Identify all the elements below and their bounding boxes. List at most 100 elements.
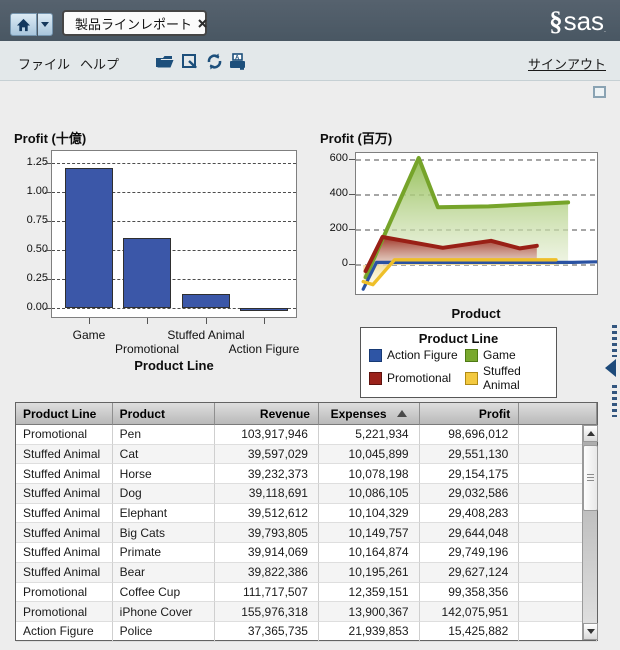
table-cell: 29,627,124: [420, 563, 520, 583]
home-dropdown-button[interactable]: [38, 13, 53, 36]
column-header-filler: [519, 403, 597, 425]
legend-entry[interactable]: Game: [465, 348, 548, 362]
area-ytick-mark: [349, 159, 355, 160]
table-cell: 29,551,130: [420, 445, 520, 465]
sign-out-link[interactable]: サインアウト: [528, 54, 606, 73]
legend-swatch-icon: [369, 372, 382, 385]
scroll-up-button[interactable]: [583, 425, 598, 442]
legend-entry[interactable]: Action Figure: [369, 348, 465, 362]
table-cell: 98,696,012: [420, 425, 520, 445]
scroll-down-button[interactable]: [583, 623, 598, 640]
table-cell: Stuffed Animal: [16, 563, 113, 583]
app-window: 製品ラインレポート § sas . ファイル ヘルプ: [0, 0, 620, 650]
menu-file[interactable]: ファイル: [18, 54, 70, 73]
table-row[interactable]: PromotionalCoffee Cup111,717,50712,359,1…: [16, 583, 597, 603]
bar-ytick-mark: [45, 308, 51, 309]
edit-icon[interactable]: [181, 52, 200, 71]
splitter-handle[interactable]: [612, 325, 617, 357]
area-ytick-label: 0: [318, 257, 348, 269]
area-ytick-label: 200: [318, 222, 348, 234]
bar[interactable]: [182, 294, 230, 308]
legend-swatch-icon: [465, 372, 478, 385]
table-row[interactable]: Stuffed AnimalDog39,118,69110,086,10529,…: [16, 484, 597, 504]
table-cell: 10,086,105: [319, 484, 420, 504]
table-cell: 39,118,691: [215, 484, 319, 504]
column-header-expenses[interactable]: Expenses: [319, 403, 420, 425]
table-row[interactable]: Stuffed AnimalCat39,597,02910,045,89929,…: [16, 445, 597, 465]
legend-label: Game: [483, 348, 516, 362]
table-cell: Promotional: [16, 425, 113, 445]
collapse-left-arrow-icon[interactable]: [605, 359, 616, 377]
table-row[interactable]: Stuffed AnimalBear39,822,38610,195,26129…: [16, 563, 597, 583]
table-cell: 99,358,356: [420, 583, 520, 603]
bar-ytick-label: 0.25: [14, 272, 48, 284]
area-chart-title: Profit (百万): [320, 128, 392, 147]
table-cell: Horse: [113, 464, 216, 484]
table-row[interactable]: PromotionaliPhone Cover155,976,31813,900…: [16, 602, 597, 622]
table-row[interactable]: Stuffed AnimalHorse39,232,37310,078,1982…: [16, 464, 597, 484]
table-cell: 39,914,069: [215, 543, 319, 563]
table-cell: Stuffed Animal: [16, 543, 113, 563]
table-cell: 155,976,318: [215, 602, 319, 622]
column-header-product-line[interactable]: Product Line: [16, 403, 113, 425]
bar[interactable]: [240, 308, 288, 311]
open-folder-icon[interactable]: [155, 52, 174, 71]
area-line-action-figure[interactable]: [363, 262, 597, 289]
area-ytick-label: 400: [318, 187, 348, 199]
print-pdf-icon[interactable]: A: [228, 52, 247, 71]
table-cell: 10,164,874: [319, 543, 420, 563]
bar-ytick-mark: [45, 221, 51, 222]
bar-xtick-mark: [264, 318, 265, 324]
table-cell: 13,900,367: [319, 602, 420, 622]
bar-ytick-mark: [45, 192, 51, 193]
table-row[interactable]: Stuffed AnimalPrimate39,914,06910,164,87…: [16, 543, 597, 563]
area-ytick-mark: [349, 194, 355, 195]
table-cell: 10,149,757: [319, 523, 420, 543]
legend-swatch-icon: [369, 349, 382, 362]
column-header-profit[interactable]: Profit: [420, 403, 520, 425]
table-cell: 103,917,946: [215, 425, 319, 445]
svg-text:A: A: [235, 55, 240, 61]
table-cell: 29,032,586: [420, 484, 520, 504]
sas-registered-mark: .: [604, 27, 606, 34]
legend-label: Promotional: [387, 371, 451, 385]
table-cell: 10,078,198: [319, 464, 420, 484]
bar-xcat-label: Game: [29, 328, 149, 342]
table-cell: 21,939,853: [319, 622, 420, 642]
bar-gridline: [52, 163, 296, 164]
refresh-icon[interactable]: [205, 52, 224, 71]
splitter-handle[interactable]: [612, 385, 617, 417]
table-row[interactable]: Stuffed AnimalElephant39,512,61210,104,3…: [16, 504, 597, 524]
table-row[interactable]: Action FigurePolice37,365,73521,939,8531…: [16, 622, 597, 642]
maximize-icon[interactable]: [593, 86, 606, 98]
bar[interactable]: [123, 238, 171, 308]
table-cell: Stuffed Animal: [16, 445, 113, 465]
table-cell: Big Cats: [113, 523, 216, 543]
legend-entry[interactable]: Promotional: [369, 364, 465, 392]
area-ytick-mark: [349, 264, 355, 265]
menu-help[interactable]: ヘルプ: [80, 54, 119, 73]
table-cell: 29,408,283: [420, 504, 520, 524]
bar-ytick-label: 0.75: [14, 214, 48, 226]
scrollbar-thumb[interactable]: [583, 445, 598, 511]
bar-ytick-mark: [45, 163, 51, 164]
table-cell: 10,104,329: [319, 504, 420, 524]
legend-entry[interactable]: Stuffed Animal: [465, 364, 548, 392]
top-banner: 製品ラインレポート § sas .: [0, 0, 620, 41]
column-header-revenue[interactable]: Revenue: [215, 403, 319, 425]
table-cell: Action Figure: [16, 622, 113, 642]
area-ytick-label: 600: [318, 152, 348, 164]
table-scrollbar[interactable]: [582, 425, 597, 640]
table-row[interactable]: PromotionalPen103,917,9465,221,93498,696…: [16, 425, 597, 445]
table-row[interactable]: Stuffed AnimalBig Cats39,793,80510,149,7…: [16, 523, 597, 543]
table-cell: Stuffed Animal: [16, 464, 113, 484]
report-tab[interactable]: 製品ラインレポート: [62, 10, 207, 36]
table-cell: Stuffed Animal: [16, 523, 113, 543]
home-button[interactable]: [10, 13, 37, 36]
bar[interactable]: [65, 168, 113, 308]
chart-legend: Product Line Action FigureGamePromotiona…: [360, 327, 557, 398]
table-cell: Dog: [113, 484, 216, 504]
bar-ytick-label: 1.00: [14, 185, 48, 197]
column-header-product[interactable]: Product: [113, 403, 216, 425]
tab-close-icon[interactable]: [198, 19, 207, 28]
